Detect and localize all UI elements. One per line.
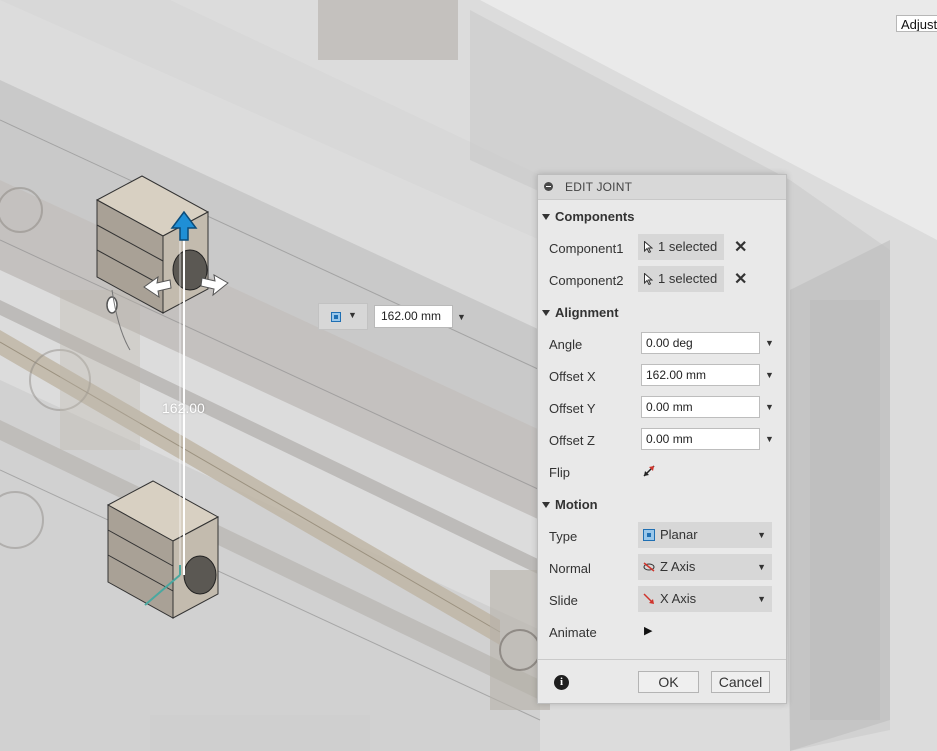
planar-icon <box>643 529 655 541</box>
offset-x-input[interactable]: 162.00 mm <box>641 364 760 386</box>
component1-selection[interactable]: 1 selected <box>638 234 724 260</box>
normal-value: Z Axis <box>660 559 696 574</box>
angle-input[interactable]: 0.00 deg <box>641 332 760 354</box>
component1-label: Component1 <box>549 241 624 256</box>
info-icon[interactable]: i <box>554 675 569 690</box>
component1-value: 1 selected <box>658 239 718 254</box>
component2-selection[interactable]: 1 selected <box>638 266 724 292</box>
clear-component2-button[interactable]: ✕ <box>734 272 747 288</box>
dialog-divider <box>538 659 786 660</box>
flip-label: Flip <box>549 465 570 480</box>
chevron-down-icon[interactable]: ▼ <box>765 434 774 444</box>
section-label: Alignment <box>555 305 619 320</box>
type-dropdown[interactable]: Planar ▼ <box>638 522 772 548</box>
cursor-icon <box>644 241 653 253</box>
play-icon[interactable]: ▶ <box>644 624 652 637</box>
section-alignment[interactable]: Alignment <box>542 305 619 320</box>
component2-label: Component2 <box>549 273 624 288</box>
angle-label: Angle <box>549 337 583 352</box>
chevron-down-icon: ▼ <box>757 562 766 572</box>
section-label: Components <box>555 209 635 224</box>
planar-icon <box>331 312 341 322</box>
adjust-button[interactable]: Adjust <box>896 15 937 32</box>
animate-label: Animate <box>549 625 597 640</box>
triangle-down-icon <box>542 501 550 508</box>
triangle-down-icon <box>542 213 550 220</box>
chevron-down-icon: ▼ <box>348 310 357 320</box>
type-value: Planar <box>660 527 698 542</box>
slide-dropdown[interactable]: X Axis ▼ <box>638 586 772 612</box>
offset-x-label: Offset X <box>549 369 596 384</box>
chevron-down-icon[interactable]: ▼ <box>765 338 774 348</box>
chevron-down-icon: ▼ <box>757 530 766 540</box>
component2-value: 1 selected <box>658 271 718 286</box>
offset-float-input[interactable]: 162.00 mm <box>374 305 453 328</box>
collapse-icon[interactable] <box>544 182 553 191</box>
chevron-down-icon[interactable]: ▼ <box>457 312 466 322</box>
triangle-down-icon <box>542 309 550 316</box>
offset-y-input[interactable]: 0.00 mm <box>641 396 760 418</box>
type-label: Type <box>549 529 578 544</box>
section-motion[interactable]: Motion <box>542 497 598 512</box>
chevron-down-icon: ▼ <box>757 594 766 604</box>
normal-dropdown[interactable]: Z Axis ▼ <box>638 554 772 580</box>
slide-label: Slide <box>549 593 578 608</box>
dimension-label: 162.00 <box>162 400 205 416</box>
x-axis-icon <box>643 593 654 604</box>
joint-type-mini-dropdown[interactable]: ▼ <box>318 303 368 330</box>
flip-icon[interactable] <box>642 464 656 478</box>
dialog-header[interactable]: EDIT JOINT <box>538 175 786 200</box>
ok-button[interactable]: OK <box>638 671 699 693</box>
offset-y-label: Offset Y <box>549 401 596 416</box>
cancel-button[interactable]: Cancel <box>711 671 770 693</box>
section-label: Motion <box>555 497 598 512</box>
clear-component1-button[interactable]: ✕ <box>734 240 747 256</box>
section-components[interactable]: Components <box>542 209 634 224</box>
slide-value: X Axis <box>660 591 697 606</box>
z-axis-icon <box>643 562 655 572</box>
chevron-down-icon[interactable]: ▼ <box>765 370 774 380</box>
normal-label: Normal <box>549 561 591 576</box>
offset-z-label: Offset Z <box>549 433 595 448</box>
chevron-down-icon[interactable]: ▼ <box>765 402 774 412</box>
edit-joint-dialog: EDIT JOINT Components Component1 1 selec… <box>537 174 787 704</box>
dialog-title: EDIT JOINT <box>565 180 633 194</box>
cursor-icon <box>644 273 653 285</box>
offset-z-input[interactable]: 0.00 mm <box>641 428 760 450</box>
viewport-3d[interactable] <box>0 0 937 751</box>
